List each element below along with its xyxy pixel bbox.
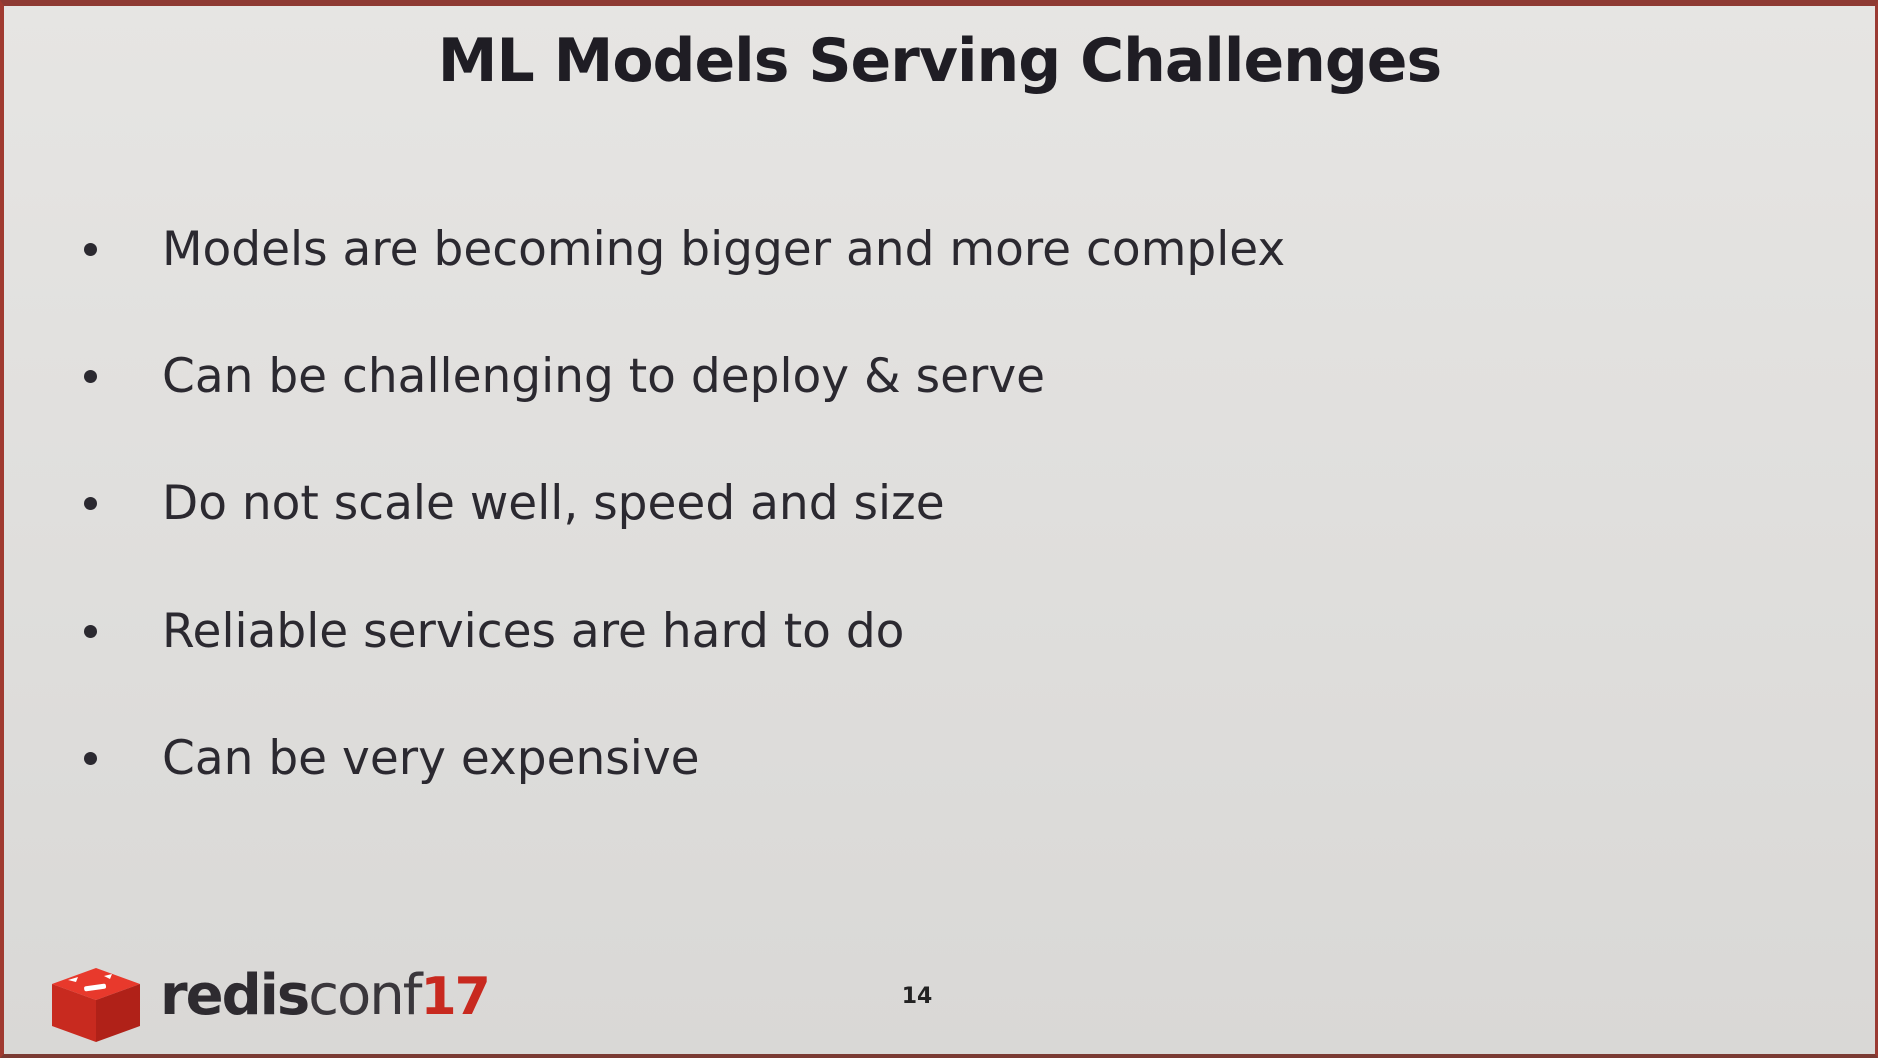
bullet-item: Do not scale well, speed and size xyxy=(78,468,945,538)
bullet-text: Can be challenging to deploy & serve xyxy=(162,348,1046,404)
brand-wordmark: redisconf17 xyxy=(160,958,491,1035)
bullet-item: Models are becoming bigger and more comp… xyxy=(78,214,1285,284)
brand-redis-text: redis xyxy=(160,963,310,1028)
bullet-item: Can be challenging to deploy & serve xyxy=(78,341,1045,411)
bullet-dot-icon xyxy=(84,496,97,510)
slide: ML Models Serving Challenges Models are … xyxy=(0,0,1878,1058)
bullet-text: Can be very expensive xyxy=(162,730,700,786)
bullet-item: Reliable services are hard to do xyxy=(78,596,904,666)
bullet-dot-icon xyxy=(84,369,97,383)
bullet-text: Models are becoming bigger and more comp… xyxy=(162,221,1286,277)
bullet-text: Do not scale well, speed and size xyxy=(162,475,945,531)
brand-year-text: 17 xyxy=(420,967,490,1027)
bullet-item: Can be very expensive xyxy=(78,723,700,793)
slide-title: ML Models Serving Challenges xyxy=(437,26,1442,96)
bullet-dot-icon xyxy=(84,242,97,256)
bullet-dot-icon xyxy=(84,751,97,765)
bullet-text: Reliable services are hard to do xyxy=(162,603,905,659)
page-number: 14 xyxy=(901,984,933,1009)
bullet-dot-icon xyxy=(84,624,97,638)
brand-conf-text: conf xyxy=(308,963,422,1028)
redis-cube-logo-icon xyxy=(52,968,140,1042)
